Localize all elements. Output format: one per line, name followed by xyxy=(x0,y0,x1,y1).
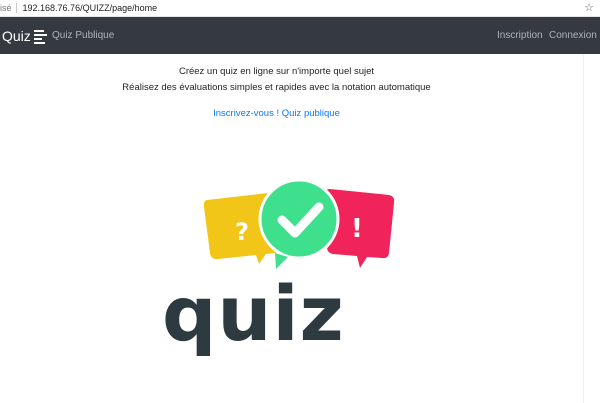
nav-connexion[interactable]: Connexion xyxy=(549,17,597,54)
quiz-publique-link[interactable]: Quiz publique xyxy=(282,108,340,119)
brand-link[interactable]: Quiz xyxy=(2,17,47,54)
logo-wordmark: quiz xyxy=(162,269,345,358)
brand-bars-icon xyxy=(33,29,47,44)
check-bubble-icon xyxy=(258,178,340,269)
cta-links: Inscrivez-vous ! Quiz publique xyxy=(0,108,553,119)
nav-quiz-publique[interactable]: Quiz Publique xyxy=(52,17,114,54)
bookmark-star-icon[interactable]: ☆ xyxy=(584,0,594,16)
inscrivez-link[interactable]: Inscrivez-vous ! xyxy=(213,108,279,119)
question-mark: ? xyxy=(235,218,249,246)
nav-inscription[interactable]: Inscription xyxy=(497,17,543,54)
url-text[interactable]: 192.168.76.76/QUIZZ/page/home xyxy=(23,3,158,13)
browser-address-bar[interactable]: isé 192.168.76.76/QUIZZ/page/home ☆ xyxy=(0,0,600,17)
intro-line-1: Créez un quiz en ligne sur n'importe que… xyxy=(178,66,375,77)
top-navbar: Quiz Quiz Publique Inscription Connexion xyxy=(0,17,600,54)
intro-line-2: Réalisez des évaluations simples et rapi… xyxy=(122,82,431,93)
brand-text: Quiz xyxy=(2,27,31,44)
exclamation-mark: ! xyxy=(351,214,363,244)
address-separator xyxy=(15,3,17,13)
security-indicator[interactable]: isé xyxy=(0,3,12,13)
page-right-edge xyxy=(583,54,600,403)
